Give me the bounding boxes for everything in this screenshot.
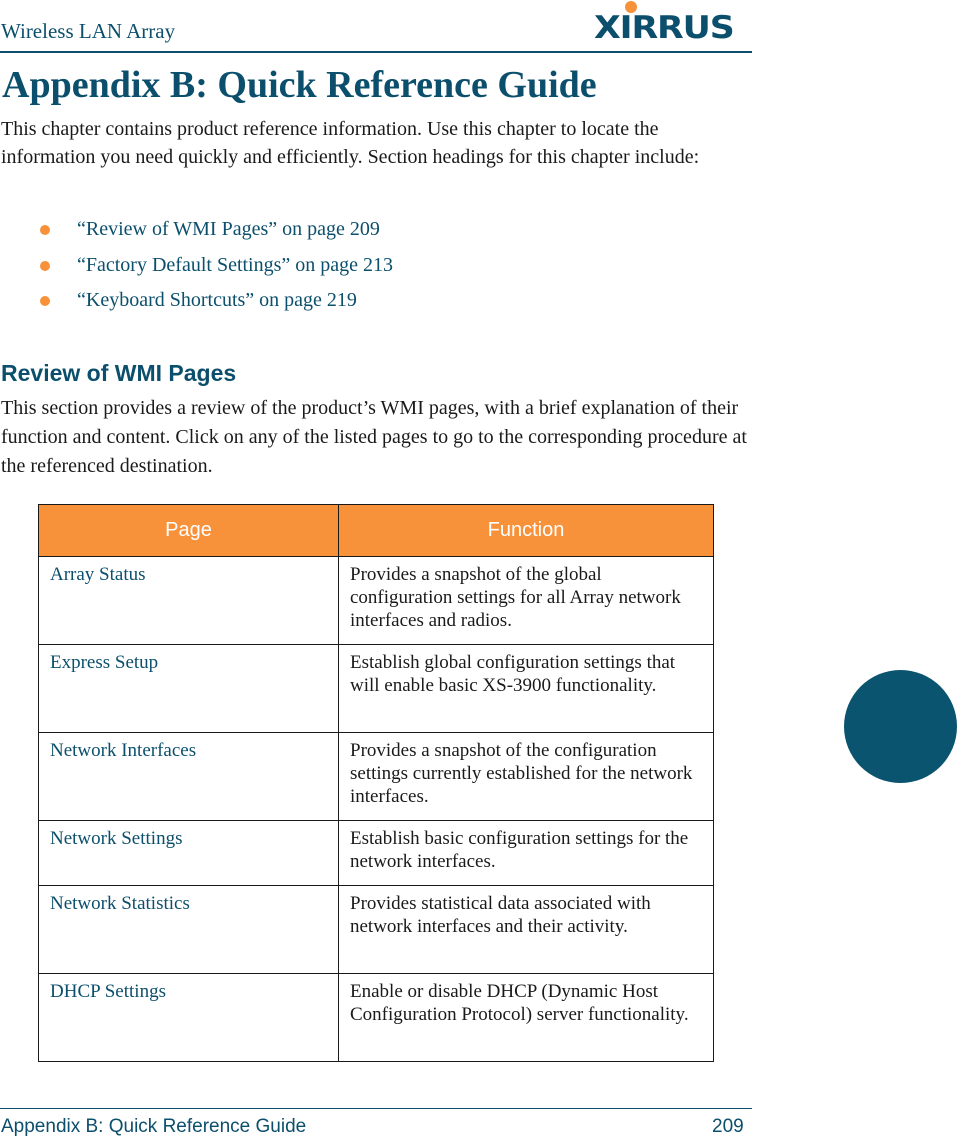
section-link-label[interactable]: “Review of WMI Pages” on page 209 (77, 218, 380, 240)
intro-paragraph: This chapter contains product reference … (1, 118, 700, 168)
table-row: Express Setup Establish global configura… (38, 644, 714, 733)
section-heading: Review of WMI Pages (1, 360, 237, 386)
page-link-express-setup[interactable]: Express Setup (38, 644, 339, 733)
section-link-keyboard-shortcuts[interactable]: “Keyboard Shortcuts” on page 219 (0, 283, 393, 319)
page-link-network-interfaces[interactable]: Network Interfaces (38, 732, 339, 821)
column-header-function: Function (338, 504, 714, 557)
page-link-network-settings[interactable]: Network Settings (38, 820, 339, 886)
section-link-factory-default-settings[interactable]: “Factory Default Settings” on page 213 (0, 248, 393, 284)
section-link-label[interactable]: “Keyboard Shortcuts” on page 219 (77, 289, 357, 311)
xirrus-logo: XIRRUS (594, 0, 750, 46)
bullet-icon (40, 296, 50, 306)
section-link-label[interactable]: “Factory Default Settings” on page 213 (77, 254, 393, 276)
logo-wordmark: XIRRUS (594, 10, 735, 46)
column-header-page: Page (38, 504, 339, 557)
header-divider (0, 51, 752, 53)
function-cell: Enable or disable DHCP (Dynamic Host Con… (338, 973, 714, 1062)
page-title: Appendix B: Quick Reference Guide (2, 64, 597, 106)
table-row: DHCP Settings Enable or disable DHCP (Dy… (38, 973, 714, 1062)
function-cell: Provides statistical data associated wit… (338, 885, 714, 974)
function-cell: Provides a snapshot of the global config… (338, 556, 714, 645)
table-row: Network Interfaces Provides a snapshot o… (38, 732, 714, 821)
page-link-network-statistics[interactable]: Network Statistics (38, 885, 339, 974)
table-row: Network Statistics Provides statistical … (38, 885, 714, 974)
section-link-list: “Review of WMI Pages” on page 209 “Facto… (0, 212, 393, 319)
bullet-icon (40, 225, 50, 235)
page-link-array-status[interactable]: Array Status (38, 556, 339, 645)
footer-chapter-title: Appendix B: Quick Reference Guide (1, 1116, 307, 1137)
chapter-tab-marker (844, 670, 957, 783)
footer-page-number: 209 (712, 1116, 744, 1137)
function-cell: Provides a snapshot of the configuration… (338, 732, 714, 821)
table-header-row: Page Function (38, 504, 714, 557)
wmi-pages-table: Page Function Array Status Provides a sn… (38, 504, 714, 1062)
function-cell: Establish basic configuration settings f… (338, 820, 714, 886)
section-paragraph: This section provides a review of the pr… (1, 397, 747, 477)
section-link-review-wmi-pages[interactable]: “Review of WMI Pages” on page 209 (0, 212, 393, 248)
footer-divider (0, 1108, 752, 1109)
function-cell: Establish global configuration settings … (338, 644, 714, 733)
running-header-title: Wireless LAN Array (1, 19, 176, 43)
table-row: Network Settings Establish basic configu… (38, 820, 714, 886)
bullet-icon (40, 260, 50, 271)
page-link-dhcp-settings[interactable]: DHCP Settings (38, 973, 339, 1062)
table-row: Array Status Provides a snapshot of the … (38, 556, 714, 645)
